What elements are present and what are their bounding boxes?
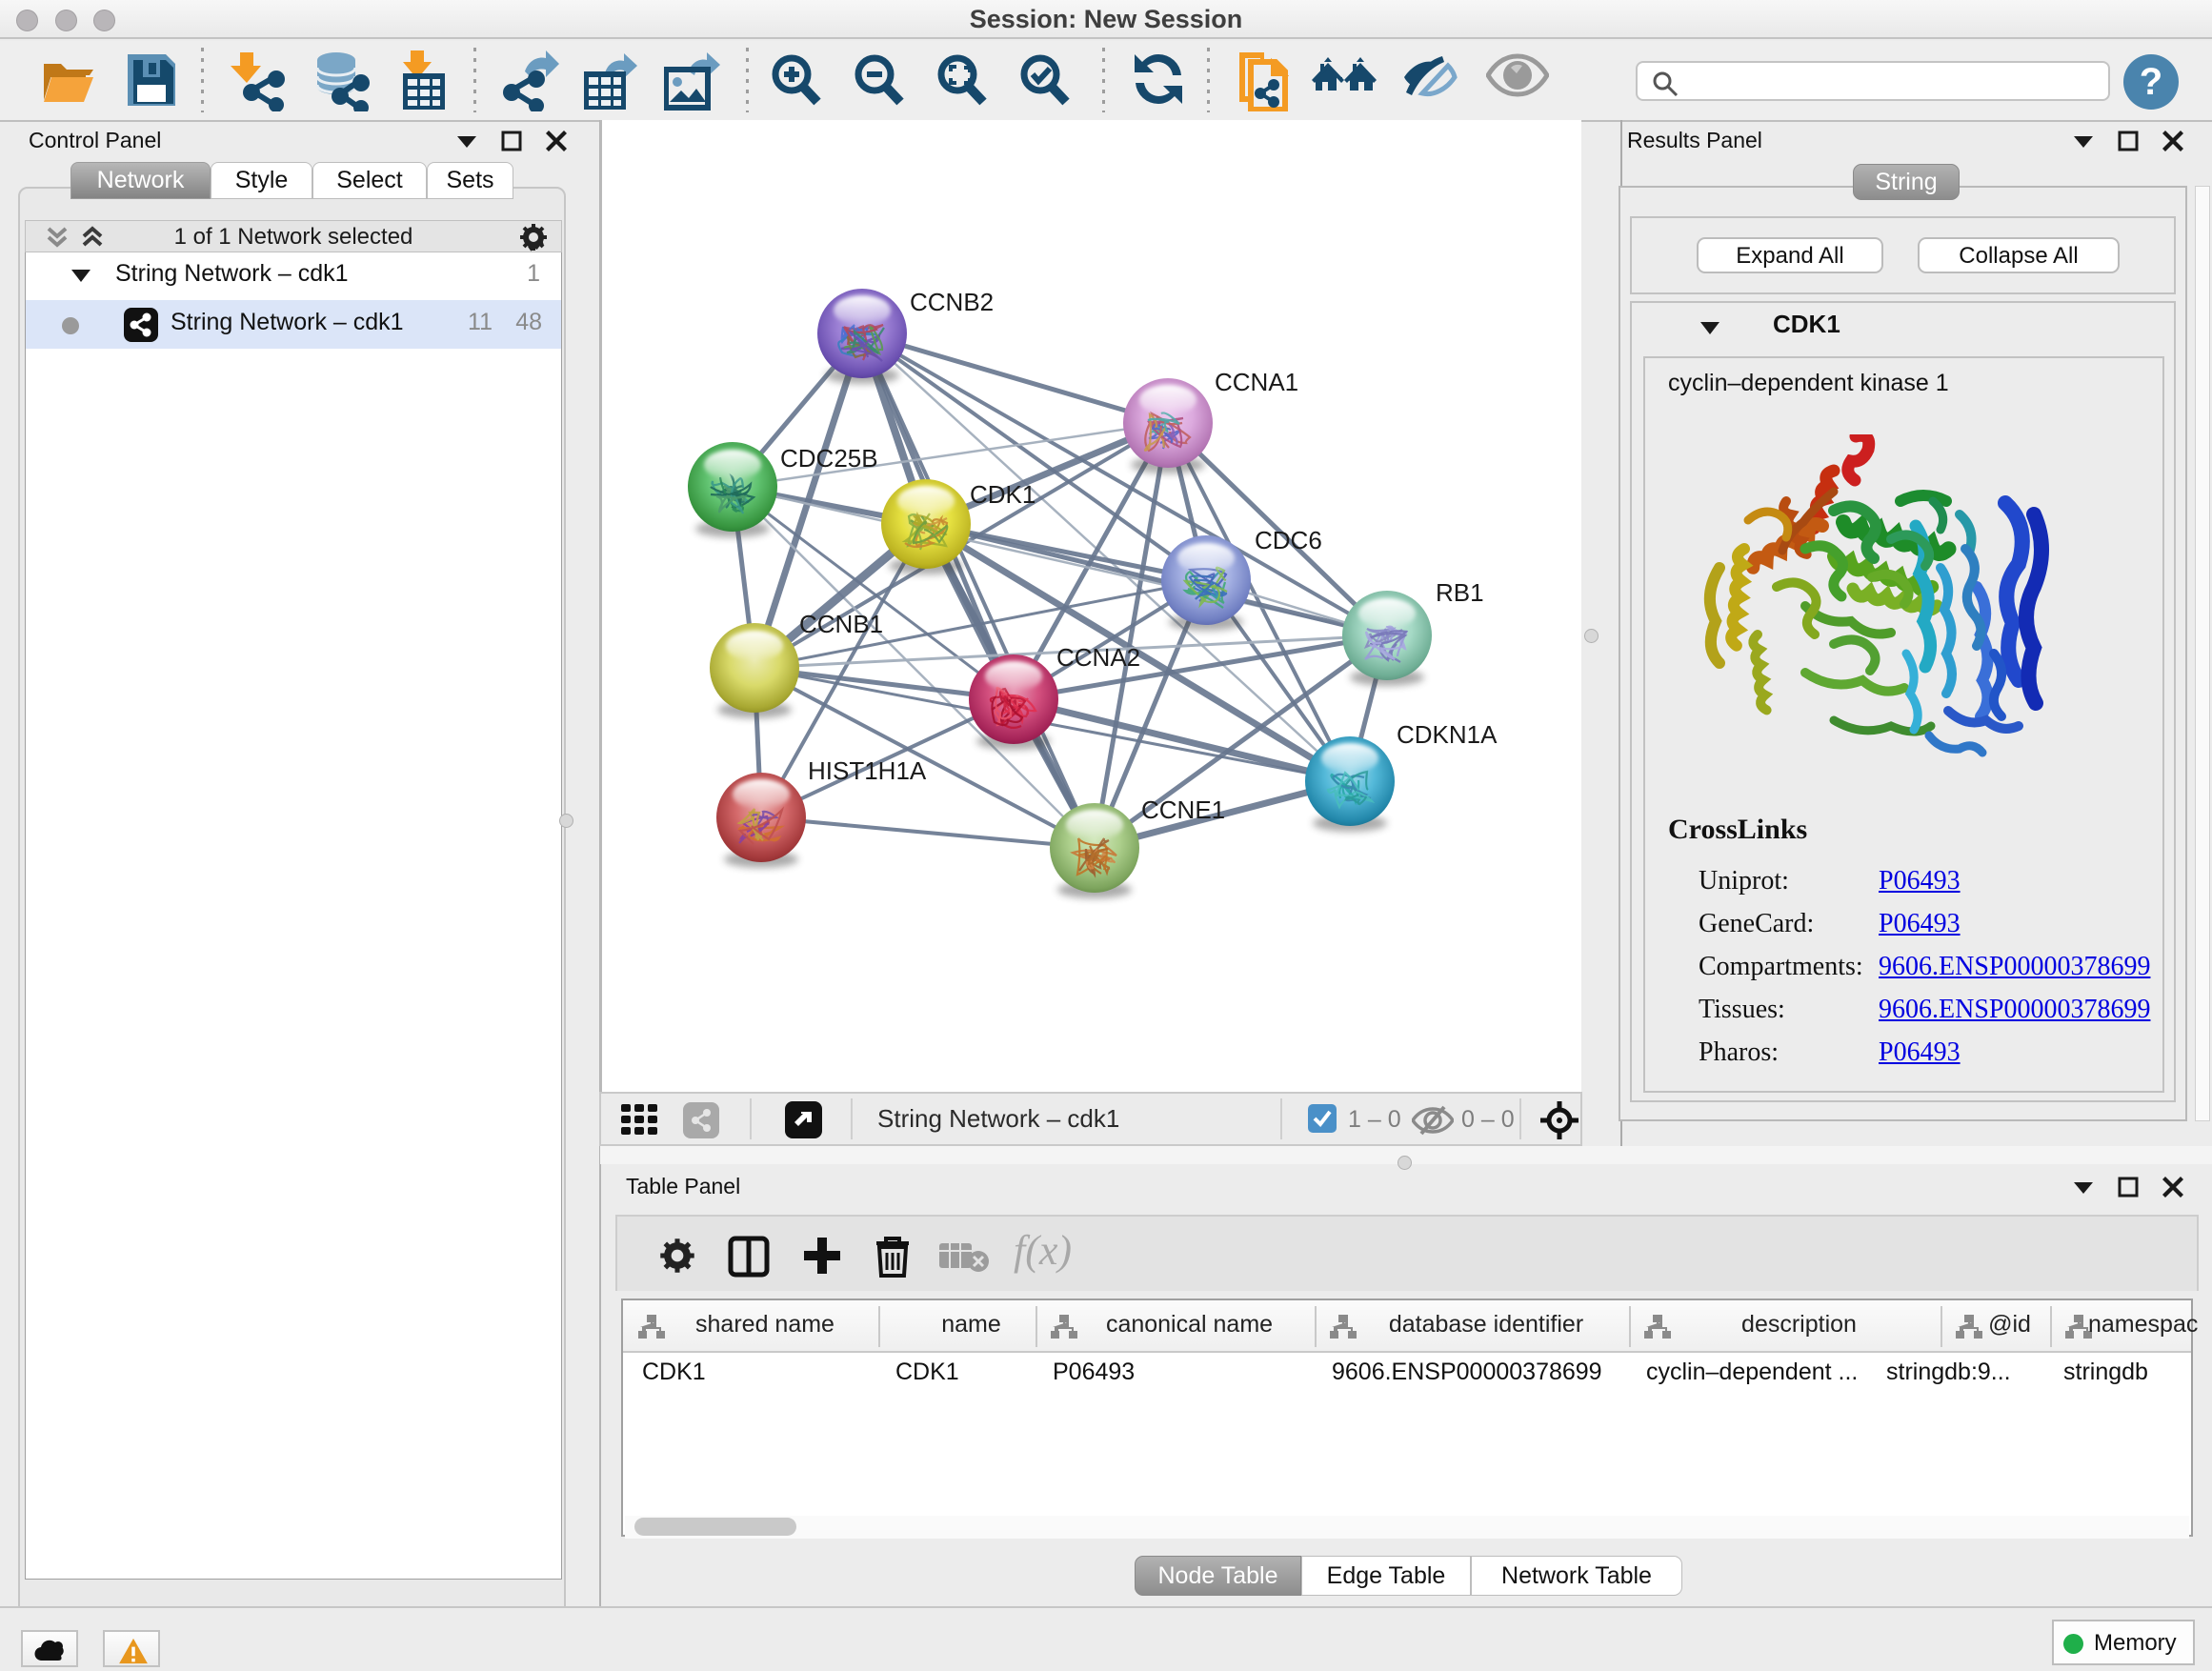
svg-text:HIST1H1A: HIST1H1A bbox=[808, 756, 927, 785]
svg-text:CCNA2: CCNA2 bbox=[1056, 643, 1140, 672]
svg-text:CDC25B: CDC25B bbox=[780, 444, 878, 473]
svg-text:RB1: RB1 bbox=[1436, 578, 1484, 607]
svg-text:CCNE1: CCNE1 bbox=[1141, 795, 1225, 824]
svg-text:CDC6: CDC6 bbox=[1255, 526, 1322, 554]
svg-text:CCNB1: CCNB1 bbox=[799, 610, 883, 638]
svg-text:CCNA1: CCNA1 bbox=[1215, 368, 1298, 396]
svg-text:CDKN1A: CDKN1A bbox=[1397, 720, 1498, 749]
svg-text:?: ? bbox=[2140, 61, 2162, 103]
svg-text:CDK1: CDK1 bbox=[970, 480, 1036, 509]
svg-text:CCNB2: CCNB2 bbox=[910, 288, 994, 316]
